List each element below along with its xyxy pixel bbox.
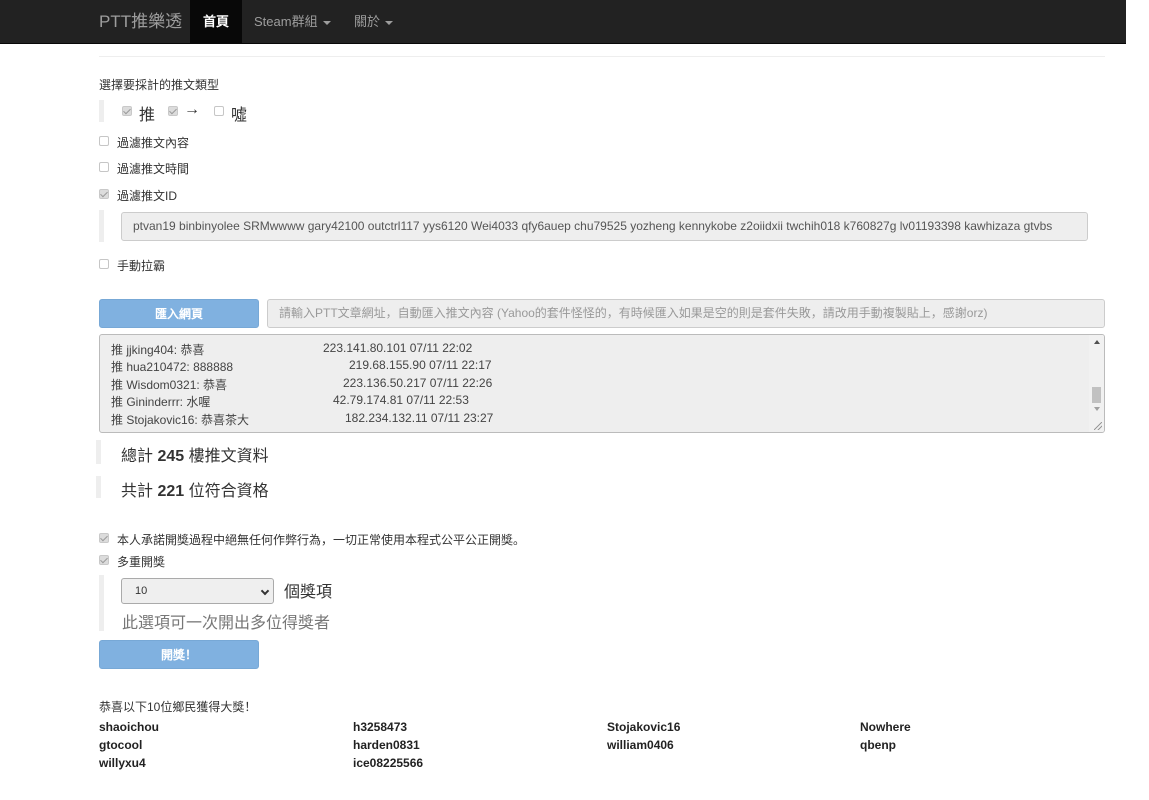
winners-title: 恭喜以下10位鄉民獲得大獎！ <box>99 700 257 714</box>
nav-about-label: 關於 <box>354 14 381 29</box>
label-multi-draw: 多重開獎 <box>117 555 166 569</box>
brand-logo[interactable]: PTT推樂透 <box>99 0 182 43</box>
winner-name: h3258473 <box>353 720 408 734</box>
nav-steam-label: Steam群組 <box>254 14 318 29</box>
total-count-text: 總計 245 樓推文資料 <box>121 442 269 466</box>
nav-about[interactable]: 關於 <box>341 0 406 43</box>
push-line: 推 Stojakovic16: 恭喜茶大 <box>111 413 250 427</box>
label-arrow: → <box>184 101 200 118</box>
push-meta: 182.234.132.11 07/11 23:27 <box>345 411 494 425</box>
winner-name: gtocool <box>99 738 143 752</box>
push-line: 推 jjking404: 恭喜 <box>111 343 205 357</box>
eligible-count-text: 共計 221 位符合資格 <box>121 477 269 501</box>
winner-name: william0406 <box>607 738 674 752</box>
checkbox-push[interactable] <box>122 106 132 116</box>
winner-name: ice08225566 <box>353 756 424 770</box>
total-prefix: 總計 <box>121 448 154 465</box>
label-boo: 噓 <box>231 107 248 124</box>
push-line: 推 Wisdom0321: 恭喜 <box>111 378 228 392</box>
divider <box>99 56 1105 57</box>
import-page-button[interactable]: 匯入網頁 <box>99 299 259 328</box>
total-suffix: 樓推文資料 <box>188 448 269 465</box>
draw-button[interactable]: 開獎！ <box>99 640 259 669</box>
push-line: 推 hua210472: 888888 <box>111 360 234 374</box>
top-navbar: PTT推樂透 首頁 Steam群組 關於 <box>0 0 1126 44</box>
checkbox-manual-slot[interactable] <box>99 259 109 269</box>
multi-draw-help: 此選項可一次開出多位得獎者 <box>122 615 331 632</box>
label-manual-slot: 手動拉霸 <box>117 259 166 273</box>
checkbox-filter-time[interactable] <box>99 162 109 172</box>
nav-steam-group[interactable]: Steam群組 <box>241 0 344 43</box>
prize-unit-label: 個獎項 <box>284 584 333 601</box>
winner-name: shaoichou <box>99 720 160 734</box>
checkbox-pledge[interactable] <box>99 533 109 543</box>
winner-name: Stojakovic16 <box>607 720 681 734</box>
scroll-up-icon[interactable] <box>1094 340 1100 344</box>
checkbox-filter-id[interactable] <box>99 189 109 199</box>
eligible-suffix: 位符合資格 <box>188 483 269 500</box>
quote-bar <box>99 575 104 631</box>
checkbox-boo[interactable] <box>214 106 224 116</box>
quote-bar <box>96 476 101 498</box>
winner-name: Nowhere <box>860 720 911 734</box>
label-filter-content: 過濾推文內容 <box>117 136 190 150</box>
checkbox-arrow[interactable] <box>168 106 178 116</box>
push-meta: 219.68.155.90 07/11 22:17 <box>349 358 492 372</box>
push-meta: 42.79.174.81 07/11 22:53 <box>333 393 469 407</box>
quote-bar <box>99 210 104 242</box>
push-meta: 223.141.80.101 07/11 22:02 <box>323 341 473 355</box>
eligible-prefix: 共計 <box>121 483 154 500</box>
prize-count-select[interactable]: 10 <box>121 578 274 604</box>
winner-name: qbenp <box>860 738 896 752</box>
winner-name: harden0831 <box>353 738 420 752</box>
quote-bar <box>96 440 101 464</box>
checkbox-multi-draw[interactable] <box>99 555 109 565</box>
label-filter-id: 過濾推文ID <box>117 189 178 203</box>
label-pledge: 本人承諾開獎過程中絕無任何作弊行為，一切正常使用本程式公平公正開獎。 <box>117 533 526 547</box>
winner-name: willyxu4 <box>99 756 146 770</box>
chevron-down-icon <box>322 20 331 25</box>
total-count: 245 <box>157 448 185 465</box>
label-push: 推 <box>139 107 156 124</box>
push-type-title: 選擇要採計的推文類型 <box>99 78 220 92</box>
push-meta: 223.136.50.217 07/11 22:26 <box>343 376 493 390</box>
scroll-down-icon[interactable] <box>1094 407 1100 411</box>
nav-home[interactable]: 首頁 <box>190 0 243 43</box>
nav-home-label: 首頁 <box>203 14 230 29</box>
eligible-count: 221 <box>157 483 185 500</box>
scroll-thumb[interactable] <box>1092 387 1101 403</box>
prize-count-value: 10 <box>135 585 148 597</box>
chevron-down-icon <box>385 20 394 25</box>
quote-bar <box>99 100 104 122</box>
checkbox-filter-content[interactable] <box>99 136 109 146</box>
label-filter-time: 過濾推文時間 <box>117 162 190 176</box>
chevron-down-icon <box>260 586 270 596</box>
resize-grip-icon[interactable] <box>1094 422 1102 430</box>
ptt-url-input[interactable]: 請輸入PTT文章網址，自動匯入推文內容 (Yahoo的套件怪怪的，有時候匯入如果… <box>267 299 1105 328</box>
clipped-line: ─────── <box>111 334 171 341</box>
push-content-textarea[interactable]: ─────── 推 jjking404: 恭喜 223.141.80.101 0… <box>99 334 1105 433</box>
filter-id-input[interactable]: ptvan19 binbinyolee SRMwwww gary42100 ou… <box>121 212 1088 241</box>
push-line: 推 Gininderrr: 水喔 <box>111 395 211 409</box>
scrollbar[interactable] <box>1089 335 1104 432</box>
